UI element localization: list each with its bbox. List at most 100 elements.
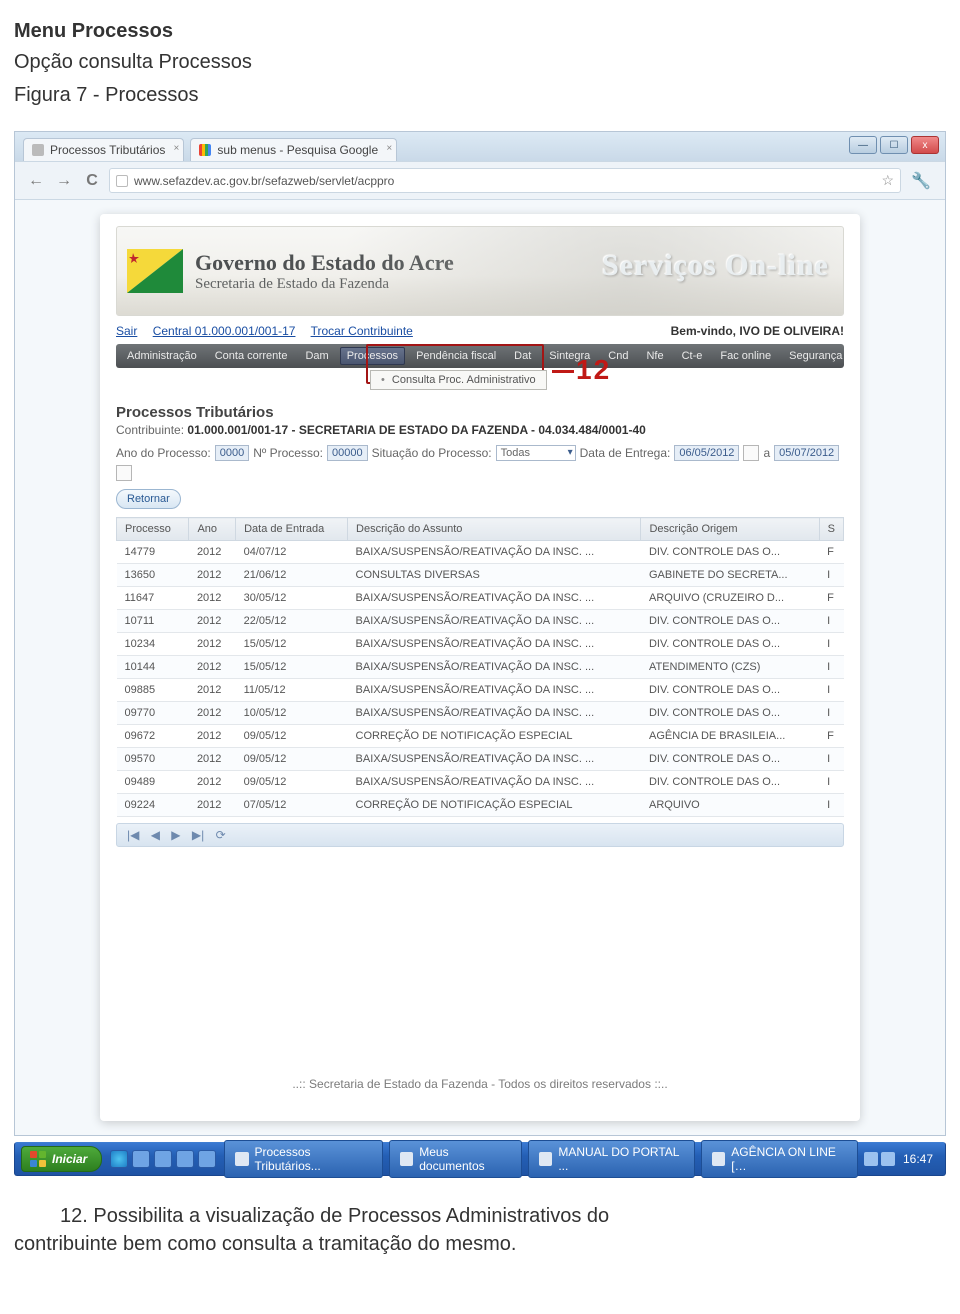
tab-close-icon[interactable]: × <box>386 143 392 154</box>
menu-dam[interactable]: Dam <box>298 347 335 365</box>
pager-prev-button[interactable]: ◀ <box>151 828 160 842</box>
calendar-icon[interactable] <box>116 465 132 481</box>
col-assunto[interactable]: Descrição do Assunto <box>348 518 641 541</box>
tray-icon[interactable] <box>881 1152 895 1166</box>
menu-seguranca[interactable]: Segurança <box>782 347 849 365</box>
tab-close-icon[interactable]: × <box>174 143 180 154</box>
cell-ano: 2012 <box>189 702 236 725</box>
table-row[interactable]: 09489201209/05/12BAIXA/SUSPENSÃO/REATIVA… <box>117 771 844 794</box>
link-central[interactable]: Central 01.000.001/001-17 <box>153 324 296 338</box>
menu-fac-online[interactable]: Fac online <box>713 347 778 365</box>
table-row[interactable]: 11647201230/05/12BAIXA/SUSPENSÃO/REATIVA… <box>117 587 844 610</box>
annotation-callout-number: 12 <box>552 354 611 386</box>
filter-date-to-input[interactable]: 05/07/2012 <box>774 445 839 461</box>
browser-tab-strip: Processos Tributários × sub menus - Pesq… <box>15 132 945 161</box>
section-title: Processos Tributários <box>116 404 844 421</box>
quick-icon[interactable] <box>154 1150 172 1168</box>
table-row[interactable]: 09885201211/05/12BAIXA/SUSPENSÃO/REATIVA… <box>117 679 844 702</box>
cell-data: 09/05/12 <box>236 725 348 748</box>
pager-refresh-button[interactable]: ⟳ <box>216 828 226 842</box>
quick-icon[interactable] <box>132 1150 150 1168</box>
col-ano[interactable]: Ano <box>189 518 236 541</box>
col-s[interactable]: S <box>819 518 843 541</box>
windows-taskbar: Iniciar Processos Tributários...Meus doc… <box>14 1142 946 1176</box>
cell-processo: 11647 <box>117 587 189 610</box>
cell-ano: 2012 <box>189 633 236 656</box>
taskbar-task-button[interactable]: Processos Tributários... <box>224 1140 383 1178</box>
footnote-line-2: contribuinte bem como consulta a tramita… <box>14 1230 942 1258</box>
window-close-button[interactable]: x <box>911 136 939 154</box>
window-minimize-button[interactable]: — <box>849 136 877 154</box>
back-button[interactable]: ← <box>25 170 47 192</box>
pager-last-button[interactable]: ▶| <box>192 828 204 842</box>
settings-wrench-icon[interactable]: 🔧 <box>907 171 935 191</box>
table-row[interactable]: 09224201207/05/12CORREÇÃO DE NOTIFICAÇÃO… <box>117 794 844 817</box>
cell-s: I <box>819 610 843 633</box>
cell-ano: 2012 <box>189 656 236 679</box>
menu-dat[interactable]: Dat <box>507 347 538 365</box>
filter-numero-input[interactable]: 00000 <box>327 445 368 461</box>
menu-cte[interactable]: Ct-e <box>675 347 710 365</box>
table-row[interactable]: 09770201210/05/12BAIXA/SUSPENSÃO/REATIVA… <box>117 702 844 725</box>
menu-processos[interactable]: Processos <box>340 347 405 365</box>
table-row[interactable]: 13650201221/06/12CONSULTAS DIVERSASGABIN… <box>117 564 844 587</box>
window-maximize-button[interactable]: ☐ <box>880 136 908 154</box>
window-controls: — ☐ x <box>849 136 939 154</box>
submenu-consulta-proc[interactable]: • Consulta Proc. Administrativo <box>370 370 547 390</box>
taskbar-task-button[interactable]: AGÊNCIA ON LINE [… <box>701 1140 858 1178</box>
favicon-icon <box>32 144 44 156</box>
cell-data: 07/05/12 <box>236 794 348 817</box>
col-processo[interactable]: Processo <box>117 518 189 541</box>
browser-window: Processos Tributários × sub menus - Pesq… <box>14 131 946 1136</box>
menu-pendencia-fiscal[interactable]: Pendência fiscal <box>409 347 503 365</box>
page-body: Governo do Estado do Acre Secretaria de … <box>15 200 945 1135</box>
retornar-button[interactable]: Retornar <box>116 489 181 509</box>
menu-nfe[interactable]: Nfe <box>639 347 670 365</box>
cell-ano: 2012 <box>189 725 236 748</box>
task-label: AGÊNCIA ON LINE [… <box>731 1145 847 1173</box>
taskbar-task-button[interactable]: MANUAL DO PORTAL ... <box>528 1140 695 1178</box>
content-panel: Governo do Estado do Acre Secretaria de … <box>100 214 860 1121</box>
reload-button[interactable]: C <box>81 170 103 192</box>
cell-processo: 13650 <box>117 564 189 587</box>
filter-ano-input[interactable]: 0000 <box>215 445 249 461</box>
taskbar-task-button[interactable]: Meus documentos <box>389 1140 522 1178</box>
filter-date-from-input[interactable]: 06/05/2012 <box>674 445 739 461</box>
table-row[interactable]: 10234201215/05/12BAIXA/SUSPENSÃO/REATIVA… <box>117 633 844 656</box>
services-online-banner-text: Serviços On-line <box>602 249 829 283</box>
menu-administracao[interactable]: Administração <box>120 347 204 365</box>
pager-first-button[interactable]: |◀ <box>127 828 139 842</box>
cell-assunto: BAIXA/SUSPENSÃO/REATIVAÇÃO DA INSC. ... <box>348 610 641 633</box>
table-row[interactable]: 10144201215/05/12BAIXA/SUSPENSÃO/REATIVA… <box>117 656 844 679</box>
url-bar[interactable]: www.sefazdev.ac.gov.br/sefazweb/servlet/… <box>109 168 901 193</box>
cell-assunto: BAIXA/SUSPENSÃO/REATIVAÇÃO DA INSC. ... <box>348 748 641 771</box>
quick-icon[interactable] <box>198 1150 216 1168</box>
table-row[interactable]: 09672201209/05/12CORREÇÃO DE NOTIFICAÇÃO… <box>117 725 844 748</box>
windows-logo-icon <box>30 1151 46 1167</box>
col-data[interactable]: Data de Entrada <box>236 518 348 541</box>
tray-icon[interactable] <box>864 1152 878 1166</box>
cell-s: F <box>819 541 843 564</box>
link-trocar-contribuinte[interactable]: Trocar Contribuinte <box>311 324 413 338</box>
footnote-block: 12. Possibilita a visualização de Proces… <box>60 1202 942 1258</box>
top-link-bar: Sair Central 01.000.001/001-17 Trocar Co… <box>116 324 844 338</box>
menu-conta-corrente[interactable]: Conta corrente <box>208 347 295 365</box>
start-button[interactable]: Iniciar <box>21 1146 102 1172</box>
filter-situacao-value: Todas <box>501 447 530 459</box>
browser-tab-2[interactable]: sub menus - Pesquisa Google × <box>190 138 397 161</box>
doc-subtitle: Opção consulta Processos <box>14 51 960 74</box>
table-row[interactable]: 14779201204/07/12BAIXA/SUSPENSÃO/REATIVA… <box>117 541 844 564</box>
col-origem[interactable]: Descrição Origem <box>641 518 819 541</box>
filter-situacao-select[interactable]: Todas ▾ <box>496 445 576 461</box>
browser-tab-1[interactable]: Processos Tributários × <box>23 138 184 161</box>
table-row[interactable]: 10711201222/05/12BAIXA/SUSPENSÃO/REATIVA… <box>117 610 844 633</box>
link-sair[interactable]: Sair <box>116 324 137 338</box>
cell-s: I <box>819 748 843 771</box>
table-row[interactable]: 09570201209/05/12BAIXA/SUSPENSÃO/REATIVA… <box>117 748 844 771</box>
calendar-icon[interactable] <box>743 445 759 461</box>
quick-ie-icon[interactable] <box>110 1150 128 1168</box>
quick-icon[interactable] <box>176 1150 194 1168</box>
pager-next-button[interactable]: ▶ <box>171 828 180 842</box>
forward-button[interactable]: → <box>53 170 75 192</box>
bookmark-star-icon[interactable]: ☆ <box>882 172 895 189</box>
